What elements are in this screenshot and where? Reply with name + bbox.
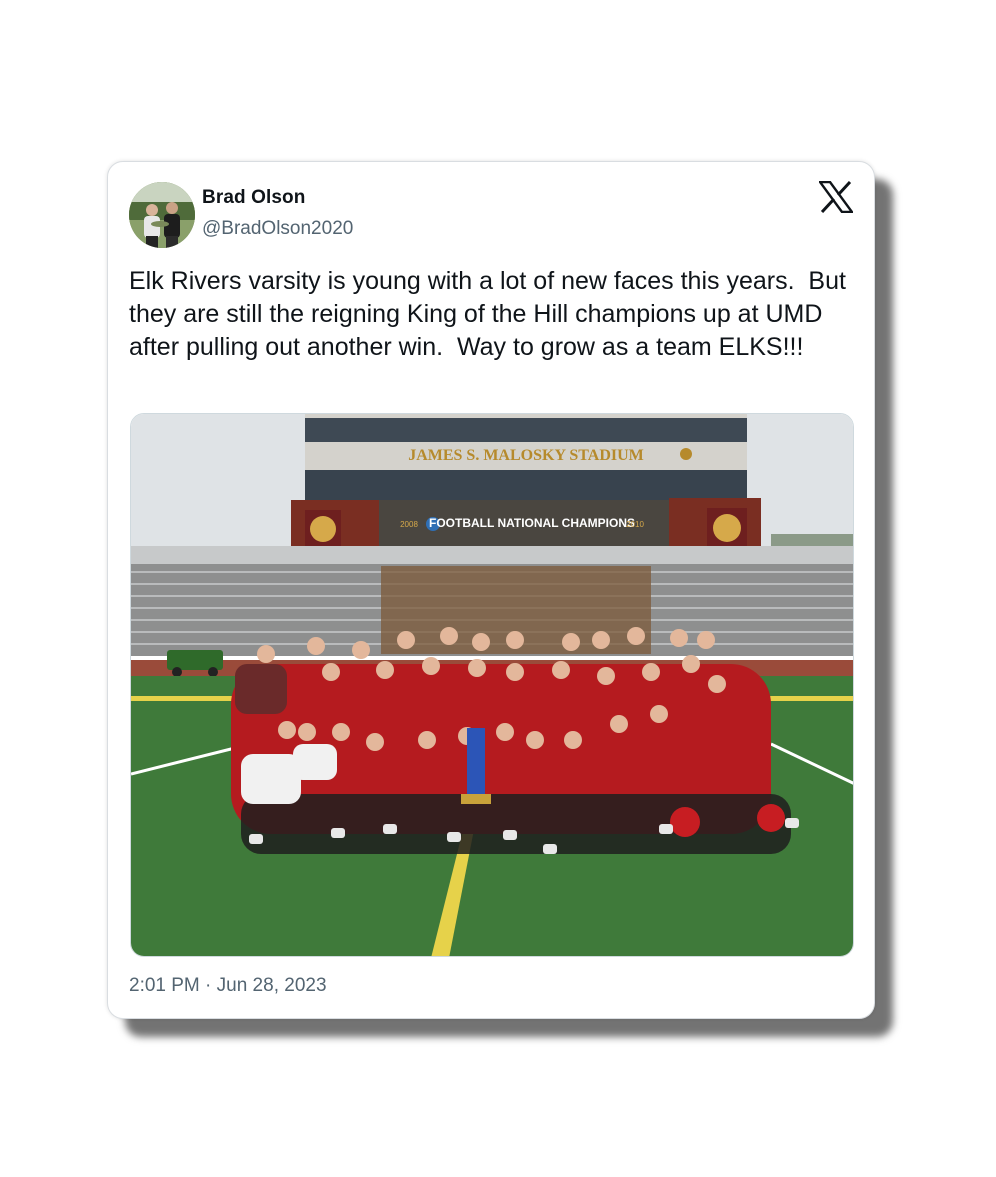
author-handle[interactable]: @BradOlson2020 — [202, 218, 353, 240]
author-display-name[interactable]: Brad Olson — [202, 187, 305, 209]
svg-text:2008: 2008 — [400, 520, 418, 529]
stadium-name-sign: JAMES S. MALOSKY STADIUM — [408, 447, 644, 464]
profile-photo-avatar — [129, 182, 195, 248]
svg-text:2010: 2010 — [626, 520, 644, 529]
tweet-text: Elk Rivers varsity is young with a lot o… — [129, 267, 853, 361]
svg-text:JAMES S. MALOSKY STADIUM: JAMES S. MALOSKY STADIUM — [408, 447, 644, 464]
svg-text:FOOTBALL NATIONAL CHAMPIONS: FOOTBALL NATIONAL CHAMPIONS — [429, 516, 635, 530]
x-logo-icon[interactable] — [817, 180, 855, 214]
tweet-card[interactable]: Brad Olson @BradOlson2020 Elk Rivers var… — [107, 161, 875, 1019]
champions-banner: 2008 FOOTBALL NATIONAL CHAMPIONS 2010 — [400, 516, 644, 531]
team-photo-image: JAMES S. MALOSKY STADIUM 2008 FOOTBALL N… — [131, 414, 853, 956]
author-avatar[interactable] — [129, 182, 195, 248]
tweet-photo[interactable]: JAMES S. MALOSKY STADIUM 2008 FOOTBALL N… — [130, 413, 854, 957]
tweet-timestamp[interactable]: 2:01 PM · Jun 28, 2023 — [129, 975, 327, 997]
